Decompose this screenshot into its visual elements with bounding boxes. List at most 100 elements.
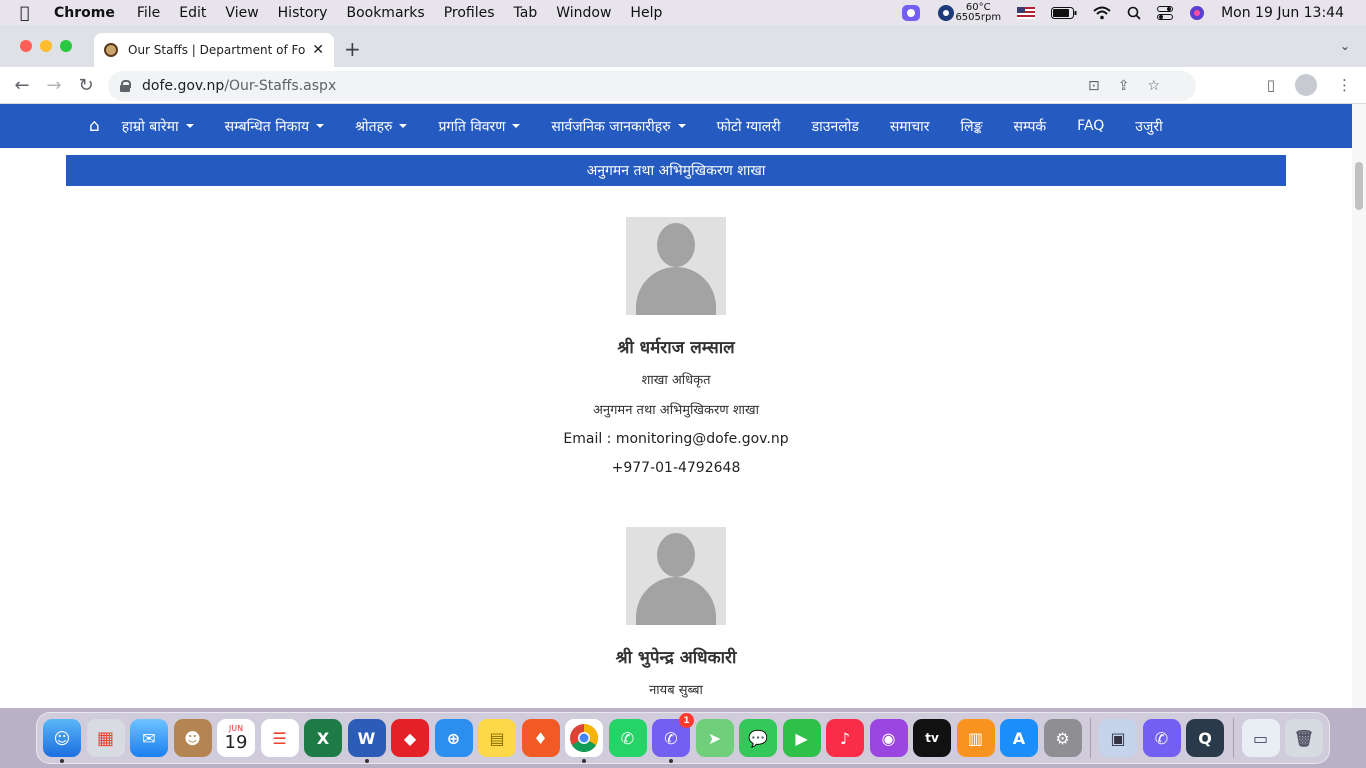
- address-bar[interactable]: dofe.gov.np/Our-Staffs.aspx ⊡ ⇪ ☆: [108, 71, 1196, 101]
- browser-toolbar: ← → ↻ dofe.gov.np/Our-Staffs.aspx ⊡ ⇪ ☆ …: [0, 67, 1366, 104]
- menu-app-chrome[interactable]: Chrome: [54, 5, 115, 21]
- back-arrow-icon[interactable]: ←: [6, 75, 38, 96]
- macos-dock: ☺ ▦ ✉ ☻ JUN 19 ☰ X W ◆ ⊕ ▤ ♦ ✆ ✆ 1 ➤ 💬 ▶ ♪…: [36, 712, 1330, 764]
- nav-item-about[interactable]: हाम्रो बारेमा: [122, 117, 194, 136]
- battery-icon[interactable]: [1051, 6, 1077, 19]
- notes-icon[interactable]: ▤: [478, 719, 516, 757]
- viber-badge: 1: [679, 713, 694, 728]
- new-tab-plus-icon[interactable]: +: [344, 37, 361, 61]
- spotlight-search-icon[interactable]: [1127, 6, 1141, 20]
- safari-icon[interactable]: ⊕: [434, 719, 473, 757]
- menu-help[interactable]: Help: [630, 5, 662, 21]
- nav-item-news[interactable]: समाचार: [890, 117, 930, 136]
- minimize-window-button[interactable]: [40, 40, 52, 52]
- chrome-window: Our Staffs | Department of Fore ✕ + ⌄ ← …: [0, 25, 1366, 708]
- menu-history[interactable]: History: [278, 5, 328, 21]
- reminders-icon[interactable]: ☰: [260, 719, 299, 757]
- tab-our-staffs[interactable]: Our Staffs | Department of Fore ✕: [94, 33, 334, 67]
- nav-item-download[interactable]: डाउनलोड: [812, 117, 859, 136]
- tab-close-icon[interactable]: ✕: [312, 42, 324, 58]
- translate-icon[interactable]: ⊡: [1088, 78, 1100, 94]
- lock-icon[interactable]: [120, 80, 131, 92]
- staff-section: अनुगमन तथा अभिमुखिकरण शाखा: [592, 403, 760, 418]
- forward-arrow-icon[interactable]: →: [38, 75, 70, 96]
- whatsapp-icon[interactable]: ✆: [608, 719, 647, 757]
- fan-status-icon[interactable]: [937, 4, 955, 22]
- scrollbar-thumb[interactable]: [1355, 162, 1363, 210]
- caret-down-icon: [185, 124, 194, 128]
- home-icon[interactable]: ⌂: [89, 116, 100, 136]
- nav-item-label: हाम्रो बारेमा: [121, 118, 179, 135]
- downloads-stack-icon[interactable]: ▭: [1241, 719, 1280, 757]
- chrome-icon[interactable]: [565, 719, 603, 763]
- app-store-icon[interactable]: A: [1000, 719, 1038, 757]
- menu-view[interactable]: View: [225, 5, 258, 21]
- launchpad-icon[interactable]: ▦: [86, 719, 125, 757]
- calendar-icon[interactable]: JUN 19: [217, 719, 255, 757]
- mail-icon[interactable]: ✉: [130, 719, 168, 757]
- siri-icon[interactable]: [1189, 5, 1205, 21]
- caret-down-icon: [512, 124, 521, 128]
- apple-icon[interactable]: : [20, 3, 40, 22]
- excel-icon[interactable]: X: [304, 719, 342, 757]
- nav-item-label: श्रोतहरु: [355, 118, 393, 135]
- brave-icon[interactable]: ♦: [521, 719, 560, 757]
- nav-item-faq[interactable]: FAQ: [1077, 118, 1104, 134]
- nav-item-resources[interactable]: श्रोतहरु: [355, 117, 408, 136]
- menu-profiles[interactable]: Profiles: [444, 5, 495, 21]
- system-preferences-icon[interactable]: ⚙: [1043, 719, 1082, 757]
- nav-item-complaint[interactable]: उजुरी: [1135, 117, 1162, 136]
- us-flag-input-icon[interactable]: [1017, 6, 1036, 19]
- zoom-window-button[interactable]: [60, 40, 72, 52]
- nav-item-links[interactable]: लिङ्क: [961, 117, 983, 136]
- menu-file[interactable]: File: [137, 5, 160, 21]
- staff-phone: +977-01-4792648: [611, 460, 741, 476]
- window-controls: [20, 40, 72, 52]
- books-icon[interactable]: ▥: [956, 719, 995, 757]
- profile-avatar-icon[interactable]: [1295, 74, 1317, 96]
- reload-icon[interactable]: ↻: [70, 75, 102, 96]
- share-icon[interactable]: ⇪: [1118, 78, 1130, 94]
- maps-icon[interactable]: ➤: [695, 719, 734, 757]
- anydesk-icon[interactable]: ◆: [391, 719, 429, 757]
- facetime-icon[interactable]: ▶: [782, 719, 821, 757]
- contacts-icon[interactable]: ☻: [173, 719, 212, 757]
- dock-separator: [1090, 718, 1091, 758]
- side-panel-icon[interactable]: ▯: [1267, 76, 1275, 94]
- menu-tab[interactable]: Tab: [514, 5, 538, 21]
- control-center-icon[interactable]: [1157, 5, 1174, 20]
- wifi-icon[interactable]: [1093, 6, 1111, 20]
- nav-item-label: सार्वजनिक जानकारीहरु: [551, 118, 671, 135]
- nav-item-related-bodies[interactable]: सम्बन्धित निकाय: [225, 117, 325, 136]
- staff-card: श्री भुपेन्द्र अधिकारी नायब सुब्बा: [0, 527, 1352, 698]
- nav-item-photo-gallery[interactable]: फोटो ग्यालरी: [717, 117, 781, 136]
- quicktime-icon[interactable]: Q: [1186, 719, 1224, 757]
- messages-icon[interactable]: 💬: [739, 719, 777, 757]
- podcasts-icon[interactable]: ◉: [869, 719, 908, 757]
- menubar-clock[interactable]: Mon 19 Jun 13:44: [1221, 5, 1344, 21]
- url-path: /Our-Staffs.aspx: [224, 78, 337, 94]
- trash-icon[interactable]: 🗑: [1285, 719, 1323, 757]
- menu-window[interactable]: Window: [556, 5, 611, 21]
- apple-tv-icon[interactable]: tv: [913, 719, 951, 757]
- tab-search-chevron-icon[interactable]: ⌄: [1340, 39, 1350, 53]
- nav-item-progress[interactable]: प्रगति विवरण: [438, 117, 521, 136]
- menu-bookmarks[interactable]: Bookmarks: [346, 5, 424, 21]
- preview-icon[interactable]: ▣: [1099, 719, 1137, 757]
- finder-icon[interactable]: ☺: [43, 719, 81, 763]
- music-icon[interactable]: ♪: [826, 719, 864, 757]
- close-window-button[interactable]: [20, 40, 32, 52]
- nav-item-contact[interactable]: सम्पर्क: [1014, 117, 1047, 136]
- site-navigation: ⌂ हाम्रो बारेमा सम्बन्धित निकाय श्रोतहरु…: [0, 104, 1352, 148]
- avatar-placeholder-icon: [626, 527, 726, 625]
- avatar-placeholder-icon: [626, 217, 726, 315]
- word-icon[interactable]: W: [347, 719, 386, 763]
- chrome-menu-kebab-icon[interactable]: ⋮: [1337, 76, 1352, 94]
- page-scrollbar[interactable]: [1352, 104, 1366, 708]
- nav-item-public-info[interactable]: सार्वजनिक जानकारीहरु: [551, 117, 686, 136]
- viber-recent-icon[interactable]: ✆: [1142, 719, 1181, 757]
- viber-status-icon[interactable]: [901, 4, 921, 22]
- viber-icon[interactable]: ✆ 1: [652, 713, 694, 763]
- menu-edit[interactable]: Edit: [179, 5, 206, 21]
- bookmark-star-icon[interactable]: ☆: [1147, 78, 1160, 94]
